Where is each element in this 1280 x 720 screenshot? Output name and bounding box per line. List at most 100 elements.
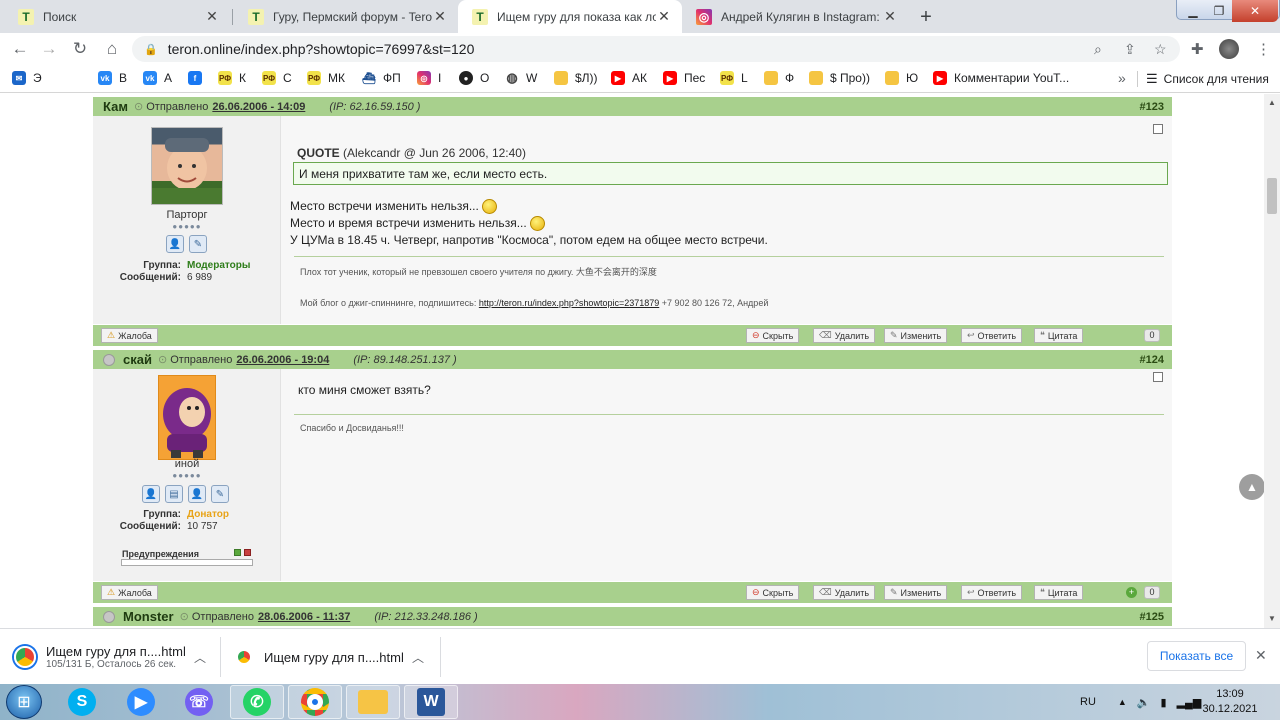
taskbar-clock[interactable]: 13:09 30.12.2021 — [1200, 687, 1260, 717]
volume-icon[interactable]: 🔈 — [1137, 696, 1151, 709]
taskbar-word[interactable]: W — [404, 685, 458, 719]
bookmark-item[interactable]: ◎ I — [417, 71, 441, 85]
edit-button[interactable]: ✎ Изменить — [884, 585, 948, 600]
bookmark-item[interactable]: vk В — [98, 71, 127, 85]
scroll-down-icon[interactable]: ▼ — [1268, 614, 1276, 623]
signature-link[interactable]: http://teron.ru/index.php?showtopic=2371… — [479, 298, 659, 308]
avatar[interactable] — [1219, 39, 1239, 59]
reputation-plus-icon[interactable]: + — [1126, 587, 1137, 598]
back-button[interactable]: ← — [8, 38, 32, 60]
select-post-checkbox[interactable] — [1153, 372, 1163, 382]
avatar[interactable] — [158, 375, 216, 460]
menu-icon[interactable]: ⋮ — [1256, 40, 1271, 58]
avatar[interactable] — [151, 127, 223, 205]
tray-expand-icon[interactable]: ▲ — [1118, 697, 1127, 707]
bookmark-star-icon[interactable]: ☆ — [1154, 41, 1167, 58]
warning-minus-icon[interactable] — [234, 549, 241, 556]
window-close-button[interactable]: ✕ — [1232, 0, 1278, 22]
post-number[interactable]: #123 — [1140, 101, 1164, 113]
bookmark-item[interactable]: ✉ Э — [12, 71, 42, 85]
download-item[interactable]: Ищем гуру для п....html 105/131 Б, Остал… — [14, 629, 214, 685]
post-date[interactable]: 28.06.2006 - 11:37 — [258, 611, 350, 623]
post-date[interactable]: 26.06.2006 - 19:04 — [236, 354, 329, 366]
close-icon[interactable]: ✕ — [882, 8, 898, 25]
bookmark-item[interactable]: Ф — [764, 71, 794, 85]
taskbar-chrome[interactable] — [288, 685, 342, 719]
download-item[interactable]: Ищем гуру для п....html ︿ — [236, 629, 436, 685]
bookmark-item[interactable]: $Л)) — [554, 71, 598, 85]
bookmark-item[interactable]: РФ С — [262, 71, 292, 85]
close-icon[interactable]: ✕ — [1255, 647, 1267, 664]
scroll-up-icon[interactable]: ▲ — [1268, 98, 1276, 107]
reply-button[interactable]: ↩ Ответить — [961, 328, 1023, 343]
taskbar-viber[interactable]: ☏ — [172, 685, 226, 719]
quote-button[interactable]: ❝ Цитата — [1034, 585, 1084, 600]
bookmarks-more-button[interactable]: » — [1118, 70, 1126, 86]
edit-button[interactable]: ✎ Изменить — [884, 328, 948, 343]
delete-button[interactable]: ⌫ Удалить — [813, 585, 876, 600]
select-post-checkbox[interactable] — [1153, 124, 1163, 134]
bookmark-item[interactable]: ▶ Пес — [663, 71, 705, 85]
delete-button[interactable]: ⌫ Удалить — [813, 328, 876, 343]
bookmark-item[interactable]: РФ L — [720, 71, 748, 85]
bookmark-item[interactable]: vk А — [143, 71, 172, 85]
complaint-button[interactable]: ⚠ Жалоба — [101, 585, 158, 600]
taskbar-whatsapp[interactable]: ✆ — [230, 685, 284, 719]
post-author[interactable]: Monster — [123, 609, 174, 624]
taskbar-explorer[interactable] — [346, 685, 400, 719]
scrollbar-thumb[interactable] — [1267, 178, 1277, 214]
share-icon[interactable]: ⇪ — [1124, 41, 1136, 58]
chevron-up-icon[interactable]: ︿ — [412, 649, 424, 666]
post-author[interactable]: скай — [123, 352, 152, 367]
bookmark-item[interactable]: ◍ W — [505, 70, 537, 85]
post-author[interactable]: Кам — [103, 99, 128, 114]
tab-instagram[interactable]: ◎ Андрей Кулягин в Instagram: «Се ✕ — [682, 0, 908, 33]
post-number[interactable]: #124 — [1140, 354, 1164, 366]
home-button[interactable]: ⌂ — [100, 38, 124, 60]
reload-button[interactable]: ↻ — [68, 38, 92, 60]
close-icon[interactable]: ✕ — [204, 8, 220, 25]
language-indicator[interactable]: RU — [1080, 696, 1096, 708]
taskbar-zoom[interactable]: ▶ — [114, 685, 168, 719]
chevron-up-icon[interactable]: ︿ — [194, 649, 206, 666]
scroll-to-top-button[interactable]: ▲ — [1239, 474, 1265, 500]
bookmark-item[interactable]: ▶ Комментарии YouT... — [933, 71, 1069, 85]
bookmark-item[interactable]: ⛴ ФП — [362, 71, 401, 85]
url-text[interactable]: teron.online/index.php?showtopic=76997&s… — [168, 41, 475, 57]
tab-active-topic[interactable]: T Ищем гуру для показа как ловят ✕ — [458, 0, 682, 33]
tab-search[interactable]: T Поиск ✕ — [4, 0, 230, 33]
taskbar-skype[interactable]: S — [55, 685, 109, 719]
post-line: Место и время встречи изменить нельзя... — [290, 215, 768, 232]
bookmark-item[interactable]: РФ МК — [307, 71, 345, 85]
close-icon[interactable]: ✕ — [432, 8, 448, 25]
post-date[interactable]: 26.06.2006 - 14:09 — [212, 101, 305, 113]
zoom-icon[interactable]: ⌕ — [1094, 41, 1102, 58]
start-button[interactable]: ⊞ — [6, 685, 42, 719]
hide-button[interactable]: ⊖ Скрыть — [746, 328, 800, 343]
bookmark-item[interactable]: РФ К — [218, 71, 246, 85]
reading-list-button[interactable]: ☰ Список для чтения — [1146, 71, 1269, 87]
bookmark-item[interactable]: f — [188, 71, 209, 85]
sent-label: ⊙ Отправлено — [179, 611, 254, 623]
complaint-button[interactable]: ⚠ Жалоба — [101, 328, 158, 343]
tab-guru-forum[interactable]: T Гуру, Пермский форум - Teron.onl ✕ — [234, 0, 458, 33]
extensions-icon[interactable]: ✚ — [1191, 40, 1204, 58]
bookmark-item[interactable]: Ю — [885, 71, 918, 85]
quote-button[interactable]: ❝ Цитата — [1034, 328, 1084, 343]
bookmark-item[interactable]: ● О — [459, 71, 489, 85]
network-icon[interactable]: ▂▄▆ — [1177, 696, 1202, 709]
post-number[interactable]: #125 — [1140, 611, 1164, 623]
reply-button[interactable]: ↩ Ответить — [961, 585, 1023, 600]
battery-icon[interactable]: ▮ — [1161, 696, 1167, 709]
forward-button[interactable]: → — [37, 38, 61, 60]
address-bar[interactable]: 🔒 teron.online/index.php?showtopic=76997… — [132, 36, 1180, 62]
close-icon[interactable]: ✕ — [656, 8, 672, 25]
maximize-button[interactable]: ❐ — [1204, 0, 1234, 22]
warning-plus-icon[interactable] — [244, 549, 251, 556]
page-scrollbar[interactable]: ▲ ▼ — [1264, 94, 1280, 628]
show-all-downloads-button[interactable]: Показать все — [1147, 641, 1246, 671]
hide-button[interactable]: ⊖ Скрыть — [746, 585, 800, 600]
bookmark-item[interactable]: $ Про)) — [809, 71, 870, 85]
new-tab-button[interactable]: + — [914, 5, 938, 29]
bookmark-item[interactable]: ▶ АК — [611, 71, 647, 85]
